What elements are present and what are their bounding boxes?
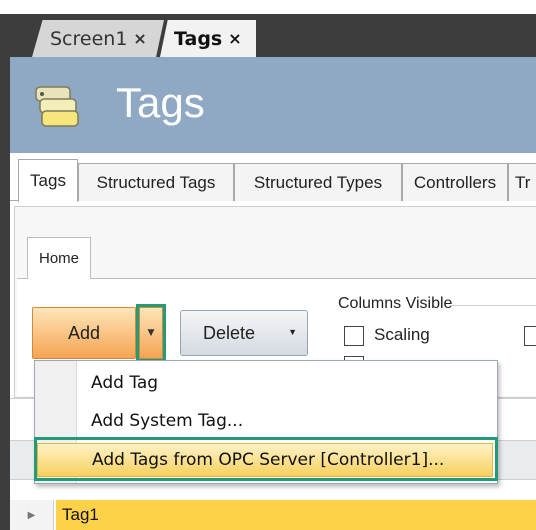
tag-name-cell[interactable]: Tag1 (56, 500, 536, 530)
group-divider (450, 305, 536, 306)
menu-item-add-tag[interactable]: Add Tag (91, 373, 158, 393)
column-checkbox-truncated[interactable] (524, 326, 536, 346)
table-row[interactable]: ▶ Tag1 (10, 500, 536, 530)
annotation-highlight-menu-item (34, 437, 498, 481)
annotation-highlight-arrow (136, 304, 166, 362)
tab-structured-tags[interactable]: Structured Tags (78, 163, 234, 201)
columns-visible-label: Columns Visible (338, 295, 453, 312)
left-frame (0, 153, 10, 530)
tab-controllers[interactable]: Controllers (402, 163, 508, 201)
tab-structured-types[interactable]: Structured Types (234, 163, 402, 201)
delete-button-label: Delete (203, 322, 256, 343)
add-button[interactable]: Add (32, 307, 136, 359)
doc-tab-screen1-label: Screen1 (50, 27, 128, 50)
tabstrip-top-edge (0, 0, 536, 14)
row-expand-icon[interactable]: ▶ (10, 500, 54, 530)
page-title: Tags (116, 79, 205, 126)
tags-icon (35, 86, 79, 127)
chevron-down-icon: ▼ (288, 327, 297, 337)
close-icon[interactable]: × (133, 29, 146, 48)
scaling-label: Scaling (374, 325, 430, 344)
editor-tab-bar: Tags Structured Tags Structured Types Co… (10, 153, 536, 206)
doc-tab-tags-label: Tags (174, 27, 223, 50)
editor-header: Tags (0, 57, 536, 153)
close-icon[interactable]: × (228, 29, 241, 48)
tab-tags[interactable]: Tags (18, 159, 78, 202)
document-tab-strip: Screen1 × Tags × (0, 0, 536, 57)
scaling-checkbox[interactable] (344, 326, 364, 346)
menu-item-add-system-tag[interactable]: Add System Tag... (91, 411, 243, 431)
tab-truncated[interactable]: Tr (508, 163, 536, 201)
delete-button[interactable]: Delete ▼ (180, 310, 308, 356)
doc-tab-screen1[interactable]: Screen1 × (32, 20, 164, 57)
ribbon-tab-home[interactable]: Home (27, 237, 91, 279)
doc-tab-tags[interactable]: Tags × (160, 20, 256, 57)
